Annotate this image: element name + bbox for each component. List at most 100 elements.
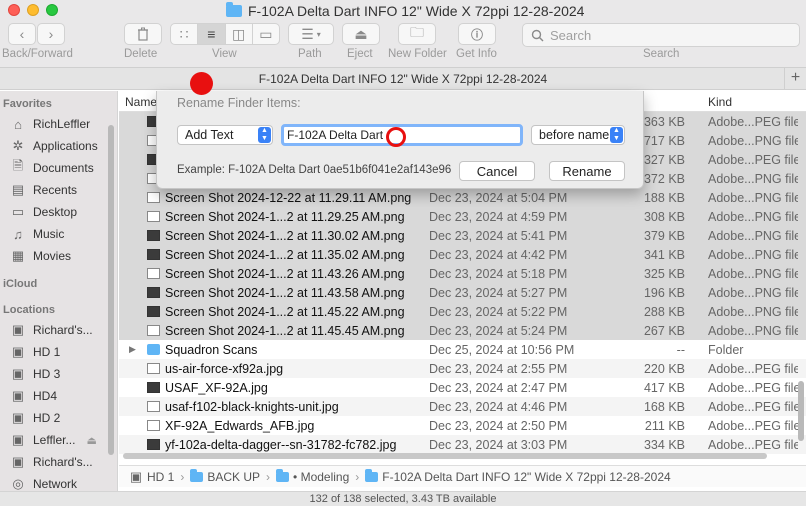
delete-label: Delete bbox=[124, 48, 158, 60]
sidebar-item-music[interactable]: ♫ Music bbox=[10, 224, 64, 244]
popup-stepper-icon: ▲ ▼ bbox=[258, 127, 271, 143]
window-title-text: F-102A Delta Dart INFO 12" Wide X 72ppi … bbox=[248, 3, 585, 19]
table-row[interactable]: USAF_XF-92A.jpg Dec 23, 2024 at 2:47 PM … bbox=[119, 378, 806, 397]
table-row[interactable]: Screen Shot 2024-1...2 at 11.43.26 AM.pn… bbox=[119, 264, 806, 283]
get-info-label: Get Info bbox=[456, 48, 497, 60]
path-item[interactable]: • Modeling bbox=[293, 470, 349, 484]
table-row[interactable]: Screen Shot 2024-12-22 at 11.29.11 AM.pn… bbox=[119, 188, 806, 207]
gallery-view-icon[interactable]: ▭ bbox=[253, 24, 279, 44]
path-item[interactable]: BACK UP bbox=[207, 470, 260, 484]
new-tab-button[interactable]: + bbox=[784, 68, 806, 90]
sidebar-scrollbar[interactable] bbox=[108, 125, 114, 455]
column-name-header[interactable]: Name bbox=[125, 95, 157, 109]
image-file-icon bbox=[147, 401, 160, 412]
table-row[interactable]: yf-102a-delta-dagger--sn-31782-fc782.jpg… bbox=[119, 435, 806, 454]
eject-button[interactable]: ⏏ bbox=[342, 23, 380, 45]
folder-icon bbox=[226, 2, 242, 17]
sidebar-item-home[interactable]: ⌂ RichLeffler bbox=[10, 114, 90, 134]
path-icon: ☰ bbox=[301, 25, 314, 42]
table-row[interactable]: Screen Shot 2024-1...2 at 11.45.45 AM.pn… bbox=[119, 321, 806, 340]
tab-title[interactable]: F-102A Delta Dart INFO 12" Wide X 72ppi … bbox=[259, 72, 547, 86]
folder-icon bbox=[365, 468, 379, 482]
folder-icon bbox=[276, 468, 290, 482]
documents-icon: 🗎 bbox=[12, 158, 24, 173]
disk-icon: ▣ bbox=[129, 468, 143, 484]
table-row-folder[interactable]: ▶ Squadron Scans Dec 25, 2024 at 10:56 P… bbox=[119, 340, 806, 359]
table-row[interactable]: XF-92A_Edwards_AFB.jpg Dec 23, 2024 at 2… bbox=[119, 416, 806, 435]
image-file-icon bbox=[147, 420, 160, 431]
horizontal-scrollbar[interactable] bbox=[123, 453, 767, 459]
table-row[interactable]: usaf-f102-black-knights-unit.jpg Dec 23,… bbox=[119, 397, 806, 416]
sidebar-item-documents[interactable]: 🗎 Documents bbox=[10, 158, 94, 178]
column-kind-header[interactable]: Kind bbox=[708, 95, 732, 109]
path-item[interactable]: F-102A Delta Dart INFO 12" Wide X 72ppi … bbox=[382, 470, 670, 484]
folder-icon bbox=[190, 468, 204, 482]
vertical-scrollbar[interactable] bbox=[798, 381, 804, 441]
get-info-button[interactable]: ⓘ bbox=[458, 23, 496, 45]
sidebar: Favorites ⌂ RichLeffler ✲ Applications 🗎 Do… bbox=[0, 91, 118, 491]
delete-button[interactable] bbox=[124, 23, 162, 45]
eject-icon[interactable]: ⏏ bbox=[86, 434, 96, 447]
view-segmented-control[interactable]: ∷ ≡ ◫ ▭ bbox=[170, 23, 280, 45]
rename-example: Example: F-102A Delta Dart 0ae51b6f041e2… bbox=[177, 164, 452, 176]
table-row[interactable]: Screen Shot 2024-1...2 at 11.29.25 AM.pn… bbox=[119, 207, 806, 226]
disk-icon: ▣ bbox=[11, 410, 25, 425]
window-title: F-102A Delta Dart INFO 12" Wide X 72ppi … bbox=[226, 2, 584, 20]
new-folder-button[interactable]: 🗀 bbox=[398, 23, 436, 45]
chevron-right-icon: › bbox=[266, 469, 271, 484]
sidebar-item-movies[interactable]: ▦ Movies bbox=[10, 246, 71, 266]
rename-button[interactable]: Rename bbox=[549, 161, 625, 181]
sidebar-item-hd1[interactable]: ▣ HD 1 bbox=[10, 342, 61, 362]
table-row[interactable]: Screen Shot 2024-1...2 at 11.35.02 AM.pn… bbox=[119, 245, 806, 264]
image-file-icon bbox=[147, 306, 160, 317]
applications-icon: ✲ bbox=[12, 138, 24, 153]
image-file-icon bbox=[147, 230, 160, 241]
sidebar-item-network[interactable]: ◎ Network bbox=[10, 474, 77, 491]
close-window-button[interactable] bbox=[8, 4, 20, 16]
sidebar-item-leffler[interactable]: ▣ Leffler... ⏏ bbox=[10, 430, 97, 450]
icon-view-icon[interactable]: ∷ bbox=[171, 24, 199, 44]
forward-button[interactable]: › bbox=[37, 23, 65, 45]
image-file-icon bbox=[147, 287, 160, 298]
tab-bar: F-102A Delta Dart INFO 12" Wide X 72ppi … bbox=[0, 68, 806, 90]
minimize-window-button[interactable] bbox=[27, 4, 39, 16]
sidebar-item-hd3[interactable]: ▣ HD 3 bbox=[10, 364, 61, 384]
back-button[interactable]: ‹ bbox=[8, 23, 36, 45]
table-row[interactable]: Screen Shot 2024-1...2 at 11.45.22 AM.pn… bbox=[119, 302, 806, 321]
table-row[interactable]: Screen Shot 2024-1...2 at 11.43.58 AM.pn… bbox=[119, 283, 806, 302]
rename-mode-popup[interactable]: Add Text ▲ ▼ bbox=[177, 125, 273, 145]
zoom-window-button[interactable] bbox=[46, 4, 58, 16]
sidebar-item-applications[interactable]: ✲ Applications bbox=[10, 136, 98, 156]
sidebar-heading-favorites: Favorites bbox=[3, 98, 52, 110]
sidebar-item-hd2[interactable]: ▣ HD 2 bbox=[10, 408, 61, 428]
column-view-icon[interactable]: ◫ bbox=[226, 24, 253, 44]
image-file-icon bbox=[147, 382, 160, 393]
chevron-right-icon: › bbox=[48, 26, 54, 42]
table-row[interactable]: Screen Shot 2024-1...2 at 11.30.02 AM.pn… bbox=[119, 226, 806, 245]
disk-icon: ▣ bbox=[11, 344, 25, 359]
desktop-icon: ▭ bbox=[11, 204, 25, 219]
position-popup[interactable]: before name ▲ ▼ bbox=[531, 125, 625, 145]
path-button[interactable]: ☰ ▾ bbox=[288, 23, 334, 45]
path-item[interactable]: HD 1 bbox=[147, 470, 174, 484]
sidebar-heading-icloud[interactable]: iCloud bbox=[3, 278, 37, 290]
image-file-icon bbox=[147, 325, 160, 336]
search-input[interactable] bbox=[550, 27, 790, 43]
table-row[interactable]: us-air-force-xf92a.jpg Dec 23, 2024 at 2… bbox=[119, 359, 806, 378]
sidebar-item-hd4[interactable]: ▣ HD4 bbox=[10, 386, 57, 406]
image-file-icon bbox=[147, 211, 160, 222]
sidebar-item-computer[interactable]: ▣ Richard's... bbox=[10, 320, 93, 340]
image-file-icon bbox=[147, 268, 160, 279]
chevron-right-icon: › bbox=[355, 469, 360, 484]
disk-icon: ▣ bbox=[11, 388, 25, 403]
search-field[interactable] bbox=[522, 23, 800, 47]
list-view-icon[interactable]: ≡ bbox=[198, 24, 226, 44]
sidebar-item-desktop[interactable]: ▭ Desktop bbox=[10, 202, 77, 222]
sidebar-item-richards-disk[interactable]: ▣ Richard's... bbox=[10, 452, 93, 472]
new-folder-icon: 🗀 bbox=[410, 24, 424, 40]
network-icon: ◎ bbox=[12, 476, 24, 491]
disclosure-triangle-icon[interactable]: ▶ bbox=[129, 344, 136, 355]
cancel-button[interactable]: Cancel bbox=[459, 161, 535, 181]
home-icon: ⌂ bbox=[14, 116, 22, 132]
sidebar-item-recents[interactable]: ▤ Recents bbox=[10, 180, 77, 200]
